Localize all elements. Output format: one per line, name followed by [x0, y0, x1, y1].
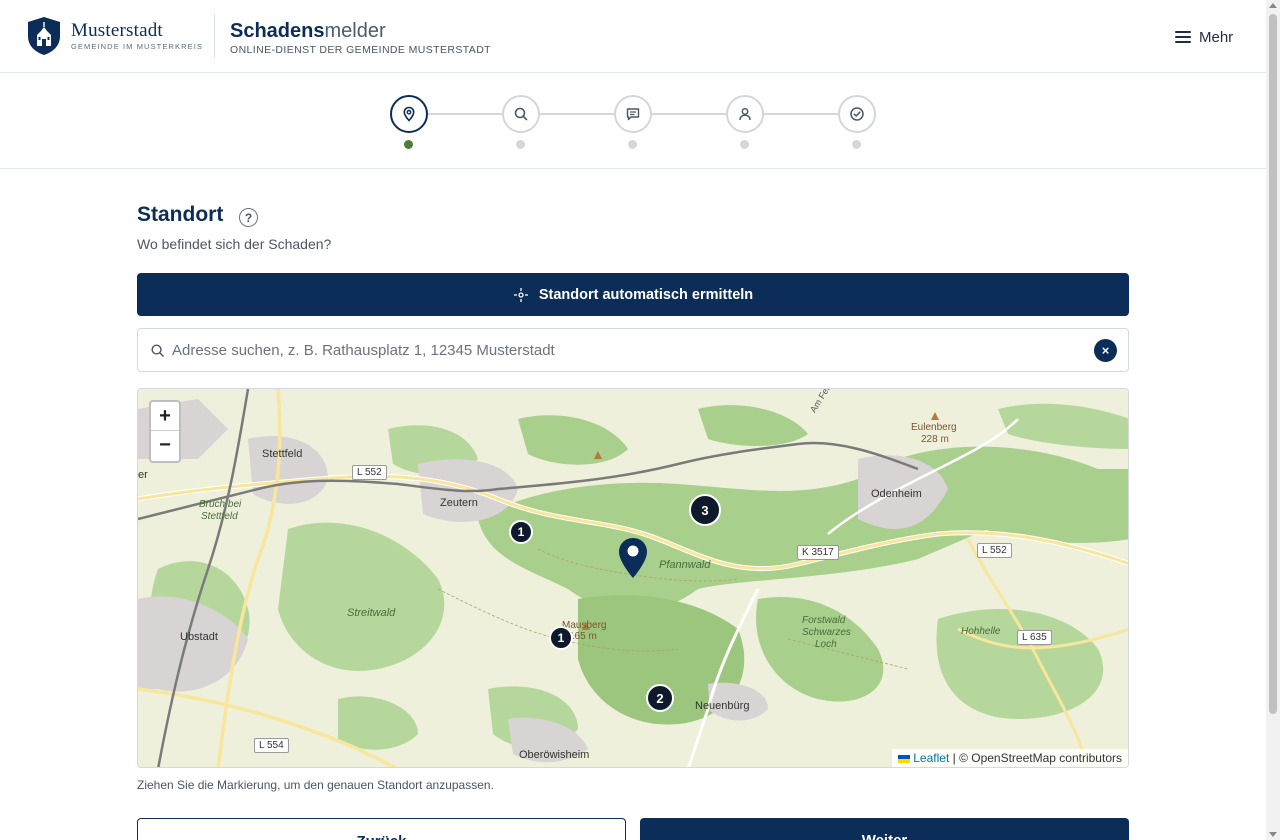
map-terrain-label: Streitwald	[347, 607, 396, 619]
step-contact[interactable]	[726, 95, 764, 133]
scroll-down-icon[interactable]	[1269, 832, 1277, 837]
map-place-label: Zeutern	[440, 497, 478, 509]
map-cluster-marker[interactable]: 3	[689, 494, 721, 526]
map-place-label: Ubstadt	[180, 631, 218, 643]
road-label: L 552	[352, 465, 387, 480]
auto-locate-label: Standort automatisch ermitteln	[538, 286, 754, 303]
more-menu-button[interactable]: Mehr	[1175, 26, 1233, 48]
progress-stepper	[0, 73, 1266, 169]
map-terrain-label: Loch	[815, 639, 837, 650]
road-label: K 3517	[797, 545, 839, 560]
step-location[interactable]	[390, 95, 428, 133]
search-icon	[151, 344, 164, 357]
road-label: L 552	[977, 543, 1012, 558]
location-pin-icon	[403, 106, 415, 122]
more-menu-label: Mehr	[1199, 28, 1234, 46]
step-indicator-dot	[740, 140, 749, 149]
address-search: ×	[137, 328, 1129, 372]
step-indicator-dot	[404, 140, 413, 149]
app-title: Schadensmelder	[230, 20, 386, 43]
search-icon	[514, 107, 528, 121]
section-subtitle: Wo befindet sich der Schaden?	[137, 236, 332, 252]
map-attribution: Leaflet | © OpenStreetMap contributors	[891, 749, 1128, 767]
ukraine-flag-icon	[897, 754, 910, 763]
map-terrain-label: Forstwald	[802, 615, 846, 626]
step-connector	[539, 113, 615, 115]
step-confirm[interactable]	[838, 95, 876, 133]
map-zoom-control: + −	[149, 400, 181, 463]
check-circle-icon	[850, 107, 864, 121]
location-map[interactable]: + − Stettfeld Zeutern Odenheim Ubstadt N…	[137, 388, 1129, 768]
map-place-label: Odenheim	[871, 488, 922, 500]
scrollbar-thumb[interactable]	[1269, 14, 1277, 714]
map-terrain-label: 165 m	[569, 631, 597, 642]
map-place-label: Oberöwisheim	[519, 749, 590, 761]
location-marker-icon[interactable]	[618, 537, 648, 579]
step-indicator-dot	[628, 140, 637, 149]
zoom-out-button[interactable]: −	[151, 431, 179, 460]
page-scrollbar[interactable]	[1266, 0, 1280, 840]
map-place-label: er	[138, 469, 148, 481]
map-terrain-label: Schwarzes	[802, 627, 851, 638]
clear-search-button[interactable]: ×	[1094, 339, 1117, 362]
map-terrain-label: Stettfeld	[201, 511, 238, 522]
app-header: Musterstadt Gemeinde im Musterkreis Scha…	[0, 0, 1266, 73]
attribution-text: | © OpenStreetMap contributors	[949, 751, 1122, 765]
map-terrain-label: 228 m	[921, 434, 949, 445]
road-label: L 635	[1017, 630, 1052, 645]
map-hint: Ziehen Sie die Markierung, um den genaue…	[137, 778, 494, 792]
address-search-input[interactable]	[172, 329, 1082, 371]
help-icon[interactable]: ?	[239, 208, 258, 227]
brand-name: Musterstadt	[71, 20, 163, 41]
user-icon	[739, 108, 751, 121]
map-terrain-label: Hohhelle	[961, 626, 1001, 637]
next-button[interactable]: Weiter	[640, 818, 1129, 840]
map-terrain-label: Bruch bei	[199, 499, 242, 510]
map-cluster-marker[interactable]: 1	[549, 626, 573, 650]
road-label: L 554	[254, 738, 289, 753]
map-terrain-label: Pfannwald	[659, 559, 711, 571]
brand-subtitle: Gemeinde im Musterkreis	[71, 42, 203, 51]
header-divider	[214, 14, 215, 58]
map-place-label: Stettfeld	[262, 448, 303, 460]
zoom-in-button[interactable]: +	[151, 402, 179, 431]
step-message[interactable]	[614, 95, 652, 133]
crosshair-icon	[513, 287, 528, 302]
message-icon	[626, 108, 640, 121]
map-cluster-marker[interactable]: 2	[646, 684, 674, 712]
step-indicator-dot	[852, 140, 861, 149]
step-connector	[427, 113, 503, 115]
app-title-light: melder	[324, 20, 386, 42]
scroll-up-icon[interactable]	[1269, 3, 1277, 8]
section-title: Standort	[137, 203, 224, 226]
step-describe[interactable]	[502, 95, 540, 133]
step-connector	[651, 113, 727, 115]
hamburger-icon	[1175, 31, 1191, 43]
leaflet-link[interactable]: Leaflet	[913, 751, 949, 765]
map-terrain-label: Eulenberg	[911, 422, 957, 433]
map-cluster-marker[interactable]: 1	[509, 520, 533, 544]
back-button[interactable]: Zurück	[137, 818, 626, 840]
map-place-label: Neuenbürg	[695, 700, 750, 712]
app-subtitle: Online-Dienst der Gemeinde Musterstadt	[230, 44, 492, 56]
app-title-bold: Schadens	[230, 20, 325, 42]
step-connector	[763, 113, 839, 115]
step-indicator-dot	[516, 140, 525, 149]
auto-locate-button[interactable]: Standort automatisch ermitteln	[137, 273, 1129, 316]
shield-crest-icon[interactable]	[26, 16, 62, 56]
